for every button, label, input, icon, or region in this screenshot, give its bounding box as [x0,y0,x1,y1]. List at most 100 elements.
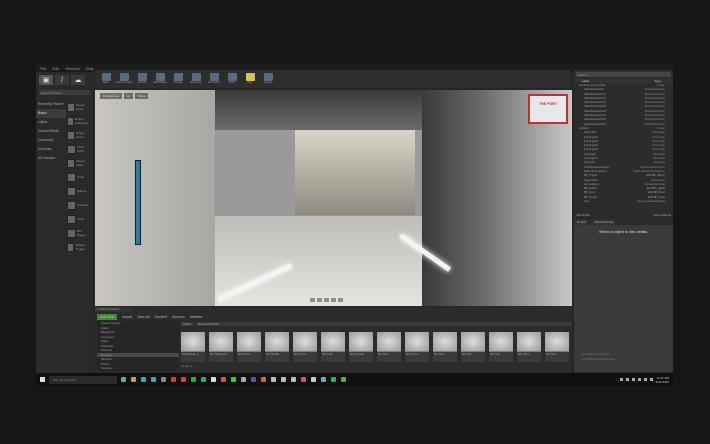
asset-tile[interactable]: SM_Valve [517,332,541,362]
taskbar-app-icon[interactable] [301,377,306,382]
taskbar-app-icon[interactable] [241,377,246,382]
asset-tile[interactable]: SM_Module_A [181,332,205,362]
mode-category[interactable]: Basic [36,109,66,118]
placeable-item[interactable]: Box Trigger [67,226,91,240]
asset-thumbnail [377,332,401,352]
viewport-perspective-button[interactable]: Perspective [100,93,122,99]
windows-start-icon[interactable] [40,377,45,382]
taskbar-app-icon[interactable] [141,377,146,382]
path-meshes[interactable]: Meshes [190,315,202,319]
asset-tile[interactable]: SM_Cylinder [349,332,373,362]
path-content[interactable]: Content [155,315,167,319]
toolbar-label: Cinematics [208,81,220,84]
toolbar-button-play[interactable]: Play [243,73,257,86]
save-all-button[interactable]: Save All [137,315,150,319]
taskbar-app-icon[interactable] [251,377,256,382]
placeable-item[interactable]: Empty Pawn [67,128,91,142]
toolbar-button-blueprints[interactable]: Blueprints [189,73,203,86]
taskbar-app-icon[interactable] [321,377,326,382]
playback-controls[interactable] [310,298,343,302]
mode-category[interactable]: Volumes [36,145,66,154]
taskbar-app-icon[interactable] [271,377,276,382]
toolbar-button-settings[interactable]: Settings [171,73,185,86]
taskbar-app-icon[interactable] [121,377,126,382]
toolbar-button-build[interactable]: Build [225,73,239,86]
asset-tile[interactable]: SM_Box [461,332,485,362]
toolbar-button-source-control[interactable]: Source Control [117,73,131,86]
landscape-mode-icon[interactable]: ☁ [71,75,85,85]
asset-tile[interactable]: SM_Hatch [237,332,261,362]
toolbar-button-cinematics[interactable]: Cinematics [207,73,221,86]
import-button[interactable]: Import [122,315,132,319]
taskbar-app-icon[interactable] [181,377,186,382]
taskbar-app-icon[interactable] [151,377,156,382]
tab-details[interactable]: Details [574,219,589,225]
toolbar-button-content[interactable]: Content [135,73,149,86]
taskbar-app-icon[interactable] [201,377,206,382]
content-browser-tab[interactable]: Content Browser [95,307,131,312]
taskbar-app-icon[interactable] [211,377,216,382]
folder-item[interactable]: Textures [97,366,179,371]
menu-file[interactable]: File [40,66,46,71]
toolbar-button-save[interactable]: Save [99,73,113,86]
mode-category[interactable]: Visual Effects [36,127,66,136]
taskbar-app-icon[interactable] [341,377,346,382]
tab-world-settings[interactable]: World Settings [591,219,616,225]
placeable-item[interactable]: Empty Actor [67,100,91,114]
asset-tile[interactable]: SM_Handle [265,332,289,362]
viewport-lit-button[interactable]: Lit [124,93,133,99]
asset-tile[interactable]: SM_Light [321,332,345,362]
taskbar-app-icon[interactable] [311,377,316,382]
mode-category[interactable]: All Classes [36,154,66,163]
place-mode-icon[interactable]: ▣ [39,75,53,85]
viewport-show-button[interactable]: Show [135,93,149,99]
outliner-search-input[interactable] [576,72,671,77]
asset-tile[interactable]: SM_Cap [489,332,513,362]
toolbar-button-launch[interactable]: Launch [261,73,275,86]
modes-search-input[interactable] [39,90,90,95]
taskbar-app-icon[interactable] [281,377,286,382]
placeable-item[interactable]: Cylinder [67,198,91,212]
taskbar-search-input[interactable]: Ask me anything [49,376,117,384]
taskbar-app-icon[interactable] [331,377,336,382]
taskbar-app-icon[interactable] [261,377,266,382]
placeable-item[interactable]: Sphere Trigger [67,240,91,254]
placeable-item[interactable]: Cone [67,212,91,226]
placeable-item[interactable]: Player Start [67,156,91,170]
taskbar-app-icon[interactable] [291,377,296,382]
paint-mode-icon[interactable]: / [55,75,69,85]
menu-help[interactable]: Help [86,66,94,71]
asset-search-input[interactable]: Search Meshes [196,322,571,326]
taskbar-app-icon[interactable] [161,377,166,382]
add-new-button[interactable]: Add New [97,314,117,320]
asset-tile[interactable]: SM_Rail [433,332,457,362]
placeable-item[interactable]: Empty Character [67,114,91,128]
taskbar-app-icon[interactable] [231,377,236,382]
path-sources[interactable]: Sources [172,315,185,319]
asset-tile[interactable]: SM_Module_B [209,332,233,362]
taskbar-app-icon[interactable] [221,377,226,382]
asset-tile[interactable]: SM_Pipe [377,332,401,362]
asset-tile[interactable]: SM_Strut [545,332,569,362]
view-options-button[interactable]: View Options [653,213,671,217]
filters-button[interactable]: Filters [181,322,193,326]
placeable-item[interactable]: Sphere [67,184,91,198]
asset-tile[interactable]: SM_Frame [405,332,429,362]
mode-category[interactable]: Lights [36,118,66,127]
clock-time[interactable]: 11:27 AM [656,376,669,380]
menu-edit[interactable]: Edit [52,66,59,71]
placeable-item[interactable]: Cube [67,170,91,184]
taskbar-app-icon[interactable] [191,377,196,382]
level-viewport[interactable]: THE PORT Perspective Lit Show [95,90,572,306]
cinematics-icon [210,73,219,81]
mode-category[interactable]: Recently Placed [36,100,66,109]
asset-tile[interactable]: SM_Panel [293,332,317,362]
mode-category[interactable]: Geometry [36,136,66,145]
taskbar-app-icon[interactable] [171,377,176,382]
toolbar-button-marketplace[interactable]: Marketplace [153,73,167,86]
clock-date[interactable]: 3/31/2016 [656,380,669,384]
outliner-row[interactable]: FogExponentialHeightFog [574,199,673,203]
placeable-item[interactable]: Point Light [67,142,91,156]
menu-window[interactable]: Window [65,66,79,71]
taskbar-app-icon[interactable] [131,377,136,382]
